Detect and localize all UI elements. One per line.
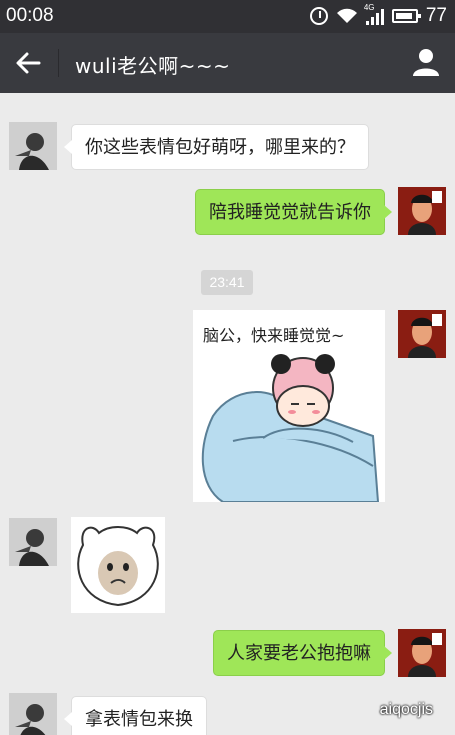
watermark: aiqocjis	[379, 701, 433, 718]
message-timestamp: 23:41	[201, 270, 253, 295]
contact-avatar[interactable]	[9, 122, 57, 170]
chat-title: wuli老公啊~~~	[75, 54, 231, 78]
network-type-label: 4G	[363, 3, 375, 12]
header-divider	[58, 49, 59, 77]
status-time: 00:08	[6, 5, 54, 26]
sticker-message[interactable]: 脑公，快来睡觉觉~	[193, 310, 385, 502]
sticker-message[interactable]	[71, 517, 165, 613]
status-bar: 00:08 4G 77	[0, 0, 455, 33]
message-bubble[interactable]: 拿表情包来换	[64, 696, 207, 735]
my-avatar[interactable]	[398, 629, 446, 677]
bun-face-sticker-image	[77, 526, 159, 607]
signal-icon: 4G	[364, 3, 384, 25]
my-avatar[interactable]	[398, 310, 446, 358]
contact-avatar[interactable]	[9, 693, 57, 735]
status-icons: 4G 77	[309, 3, 447, 27]
person-icon[interactable]	[411, 47, 441, 77]
message-bubble[interactable]: 陪我睡觉觉就告诉你	[195, 189, 392, 235]
chat-header: wuli老公啊~~~	[0, 33, 455, 93]
wifi-icon	[336, 8, 357, 23]
battery-level: 77	[425, 5, 447, 26]
battery-icon	[391, 9, 421, 23]
message-bubble[interactable]: 人家要老公抱抱嘛	[213, 630, 392, 676]
my-avatar[interactable]	[398, 187, 446, 235]
arrow-left-icon[interactable]	[12, 47, 44, 79]
message-bubble[interactable]: 你这些表情包好萌呀，哪里来的？	[64, 124, 369, 170]
sticker-caption: 脑公，快来睡觉觉~	[203, 326, 345, 345]
sleeping-girl-sticker-image	[201, 354, 380, 502]
alarm-icon	[309, 7, 328, 25]
contact-avatar[interactable]	[9, 518, 57, 566]
